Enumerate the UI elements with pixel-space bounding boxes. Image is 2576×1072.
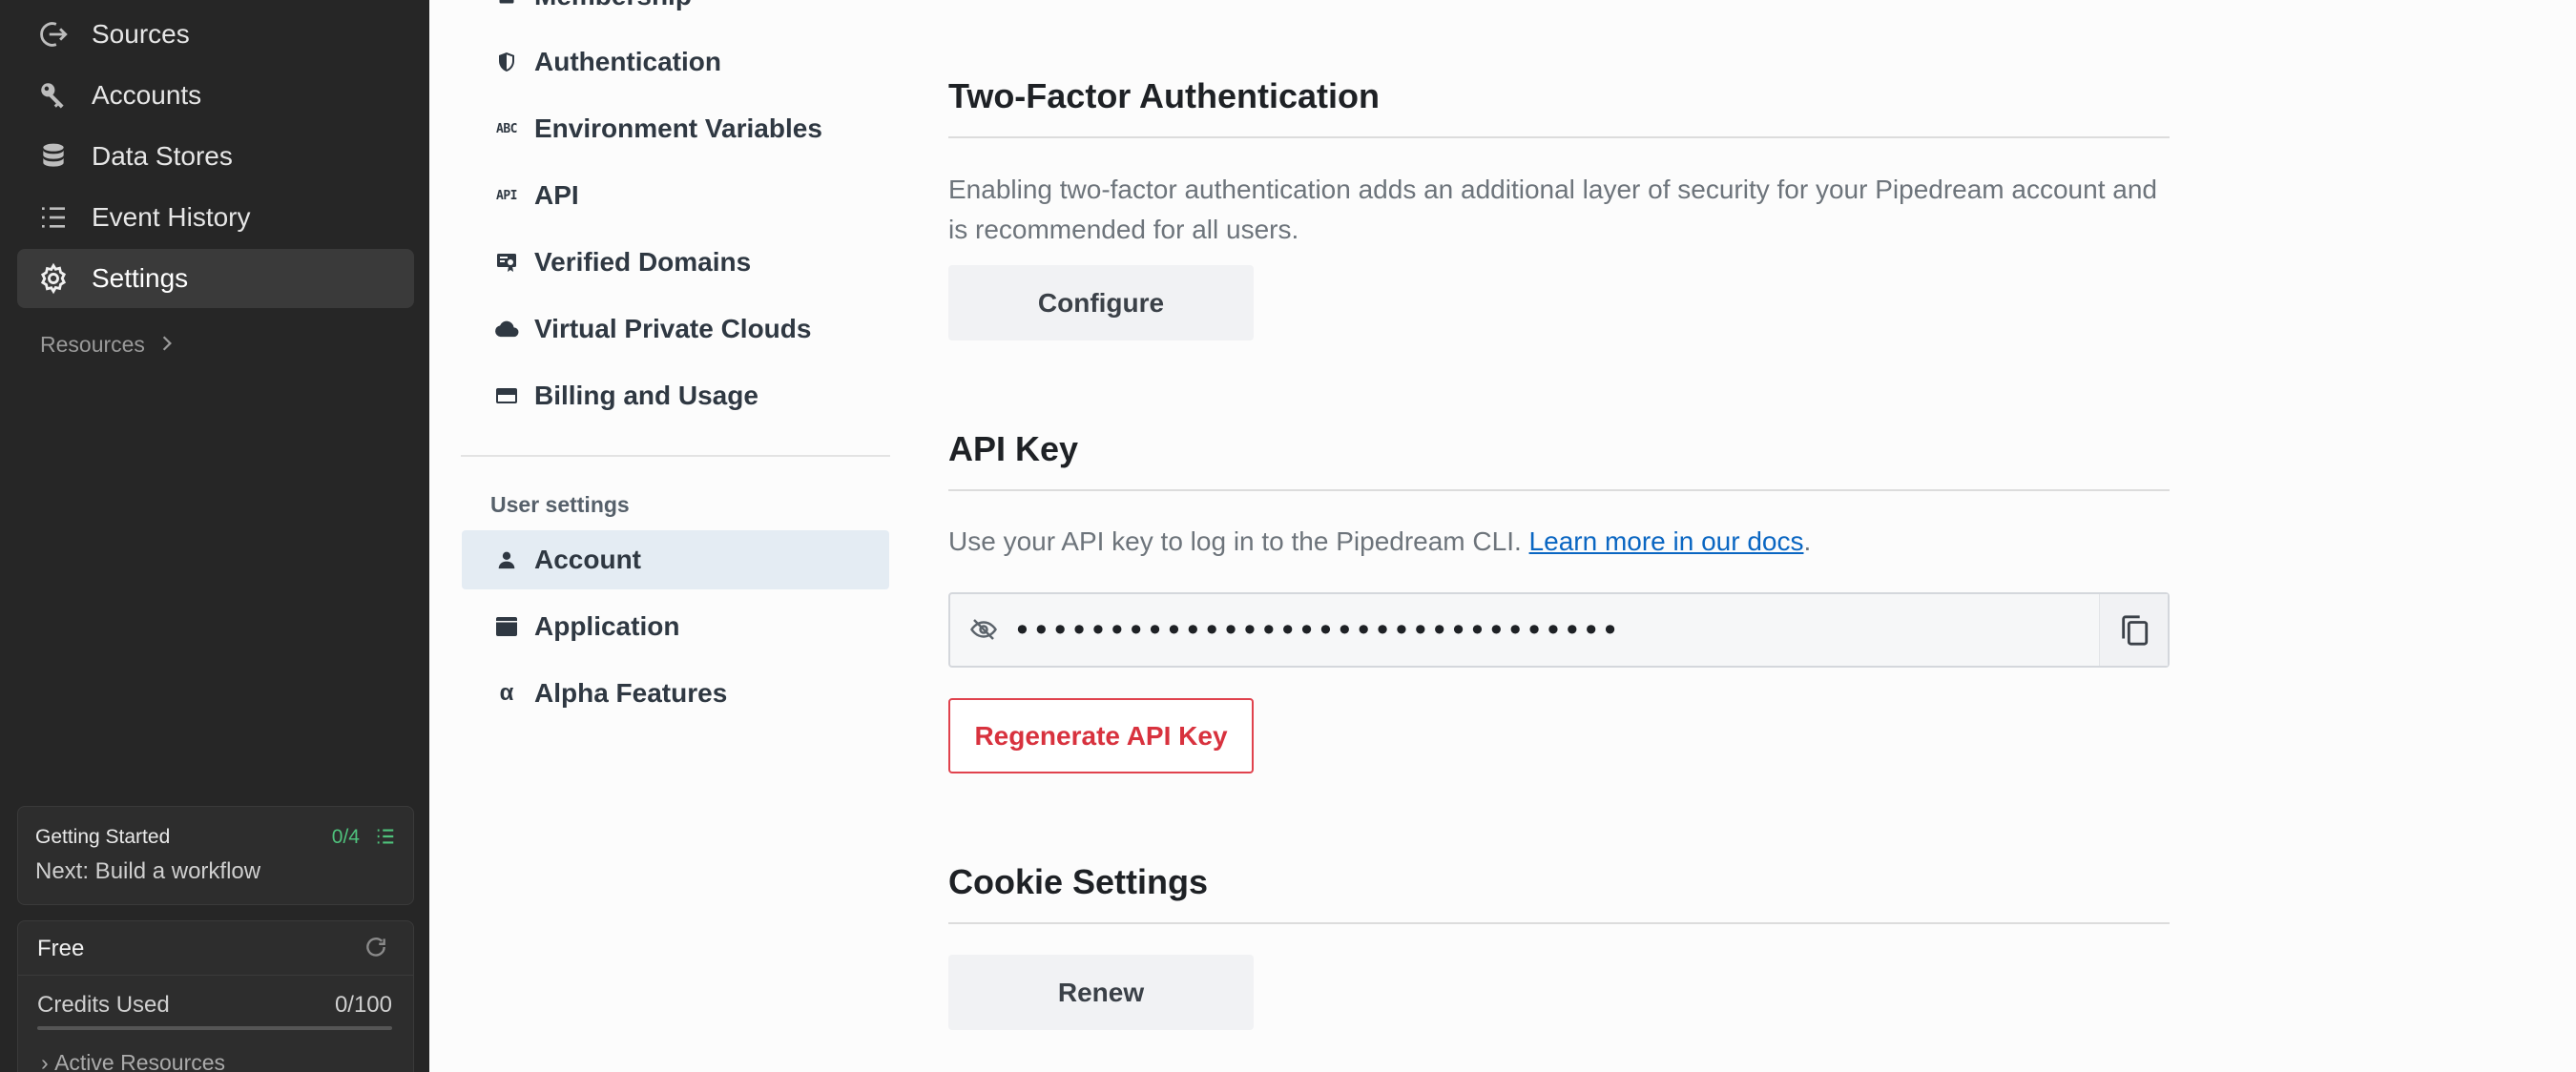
resources-label: Resources [40,332,145,357]
settings-nav-label: Application [534,611,680,641]
shield-icon [492,48,521,76]
sidebar-item-sources[interactable]: Sources [17,5,414,64]
certificate-icon [492,248,521,277]
membership-icon [492,0,521,10]
active-resources-label: Active Resources [54,1050,226,1072]
api-key-description-text: Use your API key to log in to the Pipedr… [948,526,1529,556]
person-icon [492,546,521,574]
settings-nav-label: API [534,180,579,210]
sidebar-item-event-history[interactable]: Event History [17,188,414,247]
api-key-title: API Key [948,429,1079,468]
settings-nav-api[interactable]: API API [462,166,889,225]
settings-nav-label: Verified Domains [534,247,752,277]
key-icon [36,78,71,113]
settings-nav-virtual-private-clouds[interactable]: Virtual Private Clouds [462,299,889,359]
sources-icon [36,17,71,52]
settings-nav-account[interactable]: Account [462,530,889,589]
sidebar-item-data-stores[interactable]: Data Stores [17,127,414,186]
section-divider [948,136,2170,138]
configure-button[interactable]: Configure [948,265,1254,340]
api-icon: API [496,188,517,203]
sidebar-item-label: Data Stores [92,141,233,171]
sidebar-item-settings[interactable]: Settings [17,249,414,308]
sidebar-item-label: Settings [92,263,189,293]
sidebar-item-label: Event History [92,202,251,232]
docs-link[interactable]: Learn more in our docs [1529,526,1804,556]
sidebar-item-label: Sources [92,19,190,49]
abc-icon: ABC [496,121,517,136]
section-divider [948,922,2170,924]
getting-started-title: Getting Started [35,826,171,848]
getting-started-card[interactable]: Getting Started 0/4 Next: Build a workfl… [17,806,414,905]
active-resources-toggle[interactable]: › Active Resources [41,1050,225,1072]
getting-started-next: Next: Build a workflow [35,858,261,884]
plan-card: Free Credits Used 0/100 › Active Resourc… [17,920,414,1072]
section-divider [948,489,2170,491]
credits-progress-bar [37,1026,392,1030]
eye-off-icon[interactable] [969,615,998,649]
cloud-icon [492,315,521,343]
renew-button[interactable]: Renew [948,955,1254,1030]
sidebar-item-label: Accounts [92,80,202,110]
window-icon [492,612,521,641]
credits-used-label: Credits Used [37,992,170,1018]
settings-nav: Membership Authentication ABC Environmen… [429,0,925,1072]
settings-nav-membership[interactable]: Membership [462,0,889,26]
plan-name: Free [37,936,85,961]
api-key-description-end: . [1803,526,1812,556]
alpha-icon: α [499,680,514,706]
database-icon [36,139,71,174]
credits-used-value: 0/100 [334,992,392,1018]
settings-nav-application[interactable]: Application [462,597,889,656]
copy-icon[interactable] [2099,594,2168,666]
chevron-right-icon [160,332,174,358]
resources-toggle[interactable]: Resources [40,332,174,358]
sidebar-item-accounts[interactable]: Accounts [17,66,414,125]
settings-nav-label: Membership [534,0,692,11]
checklist-icon [375,826,396,852]
settings-nav-label: Billing and Usage [534,381,758,410]
two-factor-description: Enabling two-factor authentication adds … [948,175,2157,244]
cookie-settings-title: Cookie Settings [948,862,1209,901]
getting-started-progress: 0/4 [331,826,360,848]
user-settings-heading: User settings [490,492,630,517]
settings-nav-label: Authentication [534,47,721,76]
settings-nav-billing-and-usage[interactable]: Billing and Usage [462,366,889,425]
main-sidebar: Sources Accounts Data Stores Event Histo… [0,0,429,1072]
settings-nav-label: Alpha Features [534,678,728,708]
two-factor-title: Two-Factor Authentication [948,76,1380,115]
settings-nav-verified-domains[interactable]: Verified Domains [462,233,889,292]
settings-nav-label: Environment Variables [534,113,822,143]
api-key-field[interactable]: •••••••••••••••••••••••••••••••• [948,592,2170,668]
list-icon [36,200,71,235]
api-key-description: Use your API key to log in to the Pipedr… [948,522,2170,562]
settings-nav-label: Virtual Private Clouds [534,314,812,343]
settings-nav-authentication[interactable]: Authentication [462,32,889,92]
credit-card-icon [492,381,521,410]
plan-divider [18,975,413,976]
api-key-value: •••••••••••••••••••••••••••••••• [1013,612,1620,649]
refresh-icon[interactable] [364,935,388,964]
settings-nav-divider [461,455,890,457]
regenerate-api-key-button[interactable]: Regenerate API Key [948,698,1254,773]
gear-icon [36,261,71,296]
settings-nav-label: Account [534,545,641,574]
settings-nav-alpha-features[interactable]: α Alpha Features [462,664,889,723]
settings-nav-environment-variables[interactable]: ABC Environment Variables [462,99,889,158]
